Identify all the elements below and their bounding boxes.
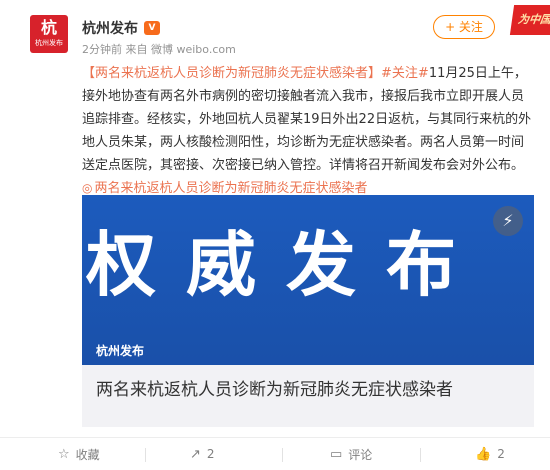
comment-icon: ▭ [330, 446, 343, 462]
action-bar: ☆ 收藏 ↗ 2 ▭ 评论 👍 2 [0, 437, 550, 470]
topic-link[interactable]: #关注# [381, 66, 429, 81]
follow-button[interactable]: + 关注 [433, 15, 495, 39]
card-source-label: 杭州发布 [96, 344, 145, 358]
comment-label: 评论 [348, 447, 373, 462]
share-button[interactable]: ↗ 2 [190, 438, 215, 470]
card-headline-graphic: 权威发布 [86, 224, 486, 306]
like-button[interactable]: 👍 2 [475, 438, 505, 470]
divider [420, 448, 421, 462]
avatar-logo-mark: 杭 [40, 18, 57, 37]
lightning-icon[interactable]: ⚡ [493, 206, 523, 236]
share-icon: ↗ [190, 446, 201, 462]
article-link[interactable]: 两名来杭返杭人员诊断为新冠肺炎无症状感染者 [94, 181, 367, 196]
favorite-label: 收藏 [75, 447, 100, 462]
card-image: 权威发布 杭州发布 ⚡ [82, 195, 534, 365]
title-link[interactable]: 【两名来杭返杭人员诊断为新冠肺炎无症状感染者】 [82, 66, 381, 81]
comment-button[interactable]: ▭ 评论 [330, 438, 372, 470]
avatar[interactable]: 杭 杭州发布 [30, 15, 68, 53]
weibo-post: 杭 杭州发布 杭州发布 V 2分钟前 来自 微博 weibo.com + 关注 … [0, 0, 550, 470]
card-title[interactable]: 两名来杭返杭人员诊断为新冠肺炎无症状感染者 [96, 377, 526, 403]
share-count: 2 [206, 447, 215, 461]
post-body: 11月25日上午，接外地协查有两名外市病例的密切接触者流入我市，接报后我市立即开… [82, 66, 532, 173]
like-count: 2 [497, 447, 505, 461]
star-icon: ☆ [58, 446, 70, 462]
author-name[interactable]: 杭州发布 [82, 18, 138, 38]
verified-badge-icon: V [144, 21, 160, 35]
divider [282, 448, 283, 462]
avatar-logo-text: 杭州发布 [35, 39, 63, 47]
article-card[interactable]: 权威发布 杭州发布 ⚡ 两名来杭返杭人员诊断为新冠肺炎无症状感染者 [82, 195, 534, 427]
favorite-button[interactable]: ☆ 收藏 [58, 438, 100, 470]
divider [145, 448, 146, 462]
author-row: 杭州发布 V [82, 18, 160, 38]
thumbs-up-icon: 👍 [475, 446, 492, 462]
post-content: 【两名来杭返杭人员诊断为新冠肺炎无症状感染者】#关注#11月25日上午，接外地协… [82, 62, 534, 200]
corner-banner: 为中国加油 [509, 5, 550, 35]
post-meta: 2分钟前 来自 微博 weibo.com [82, 43, 236, 56]
